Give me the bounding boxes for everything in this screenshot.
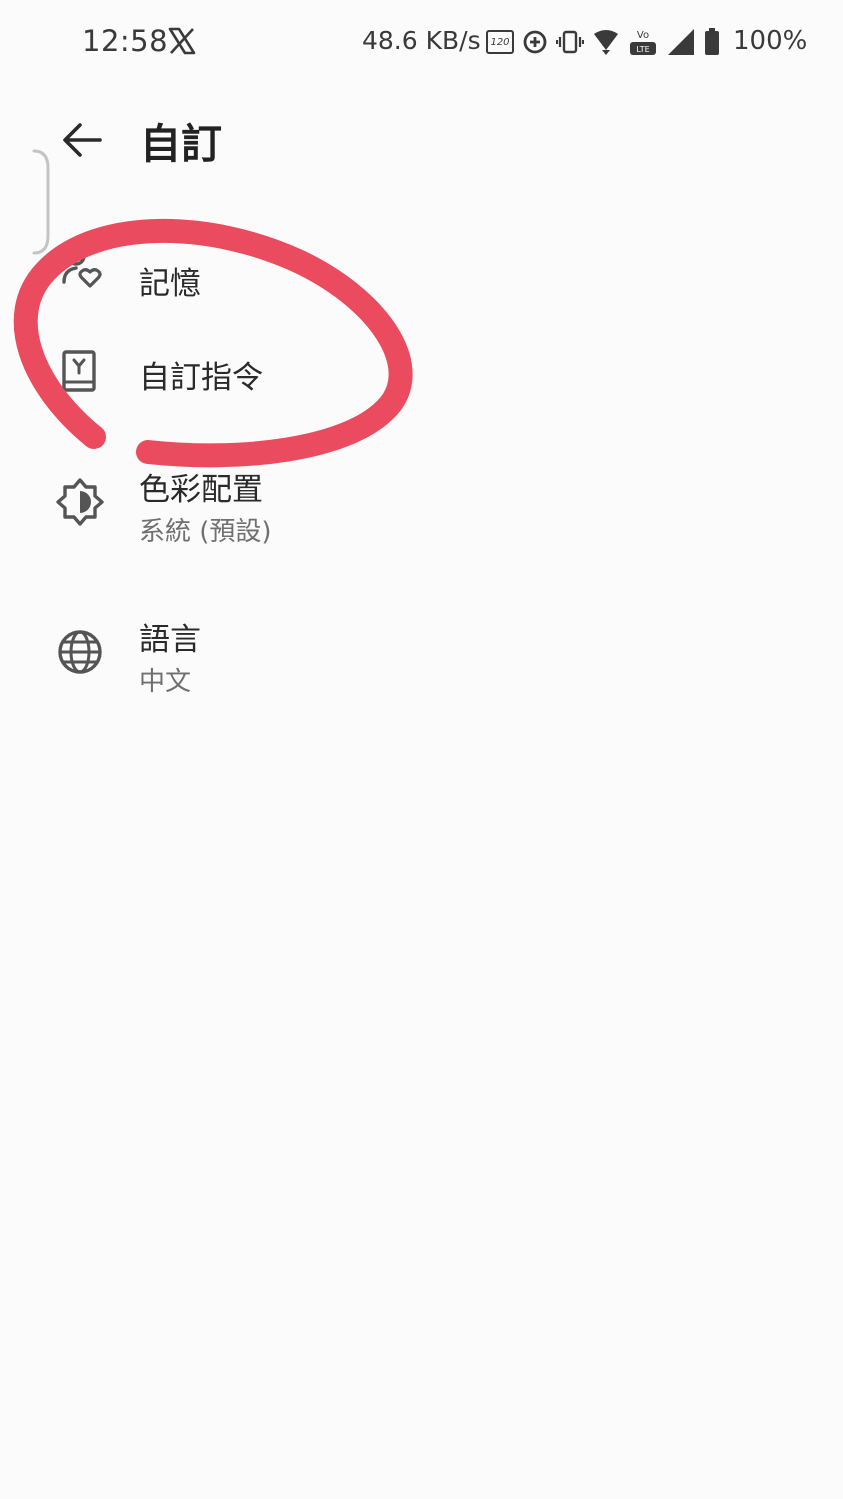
brightness-icon	[56, 478, 104, 526]
cell-signal-icon	[668, 29, 694, 55]
status-bar: 12:58 48.6 KB/s 120 Vo LTE 100%	[0, 0, 843, 84]
volte-icon: Vo LTE	[630, 30, 656, 55]
globe-icon	[58, 630, 102, 674]
settings-item-value: 中文	[139, 667, 192, 697]
settings-item-label: 色彩配置	[139, 472, 263, 508]
back-button[interactable]	[56, 114, 108, 166]
memory-heart-icon	[62, 246, 102, 288]
settings-item-label: 語言	[139, 622, 201, 658]
arrow-left-icon	[63, 123, 102, 157]
settings-item-label: 記憶	[139, 266, 201, 302]
settings-item-label: 自訂指令	[139, 360, 263, 396]
settings-item-value: 系統 (預設)	[139, 517, 272, 547]
network-speed: 48.6 KB/s	[362, 26, 481, 55]
x-logo-icon	[168, 27, 196, 55]
svg-text:LTE: LTE	[636, 45, 649, 54]
vibrate-icon	[556, 30, 584, 54]
settings-item-language[interactable]: 語言 中文	[0, 598, 843, 708]
data-saver-icon	[523, 30, 547, 54]
page-title: 自訂	[140, 120, 222, 168]
svg-text:120: 120	[490, 37, 509, 48]
status-time: 12:58	[82, 24, 169, 58]
custom-instructions-icon	[62, 350, 96, 392]
settings-item-color-scheme[interactable]: 色彩配置 系統 (預設)	[0, 448, 843, 558]
settings-item-memory[interactable]: 記憶	[0, 220, 843, 310]
svg-text:Vo: Vo	[637, 30, 649, 41]
app-header: 自訂	[0, 100, 843, 180]
battery-icon	[705, 28, 719, 55]
status-icons: 120 Vo LTE	[486, 26, 720, 58]
wifi-icon	[594, 30, 618, 55]
battery-percent: 100%	[733, 26, 808, 56]
refresh-rate-icon: 120	[486, 30, 514, 54]
settings-item-custom-instructions[interactable]: 自訂指令	[0, 330, 843, 420]
